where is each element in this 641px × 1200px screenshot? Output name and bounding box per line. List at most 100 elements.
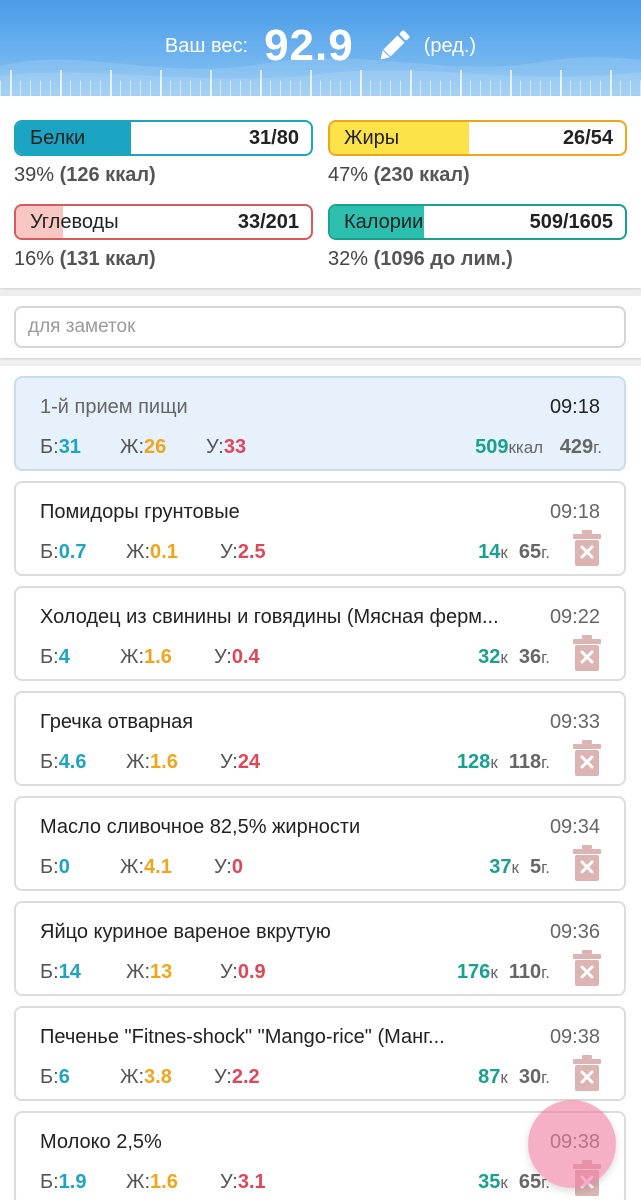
- calories-summary: 32% (1096 до лим.): [328, 248, 627, 271]
- protein-label: Б:: [40, 856, 59, 878]
- trash-icon[interactable]: [572, 845, 602, 881]
- food-kcal: 176: [456, 961, 491, 983]
- protein-macro[interactable]: Белки 31/80 39% (126 ккал): [14, 120, 313, 187]
- carbs-name: Углеводы: [30, 211, 119, 233]
- food-item-card[interactable]: Помидоры грунтовые 09:18 Б:0.7 Ж:0.1 У:2.5 14…: [14, 481, 626, 576]
- trash-icon[interactable]: [572, 740, 602, 776]
- fat-label: Ж:: [126, 1171, 151, 1193]
- notes-input[interactable]: [14, 306, 626, 348]
- kcal-unit: к: [490, 753, 498, 772]
- carbs-summary: 16% (131 ккал): [14, 248, 313, 271]
- kcal-unit: к: [500, 1173, 508, 1192]
- fat-progress-bar: Жиры 26/54: [328, 120, 627, 156]
- food-title: Масло сливочное 82,5% жирности: [40, 816, 361, 838]
- carbs-amount: 24: [237, 751, 261, 773]
- trash-icon[interactable]: [572, 1055, 602, 1091]
- food-time: 09:22: [549, 606, 600, 628]
- calories-macro[interactable]: Калории 509/1605 32% (1096 до лим.): [328, 204, 627, 271]
- carbs-label: У:: [214, 646, 232, 668]
- fat-name: Жиры: [344, 127, 400, 149]
- meal-kcal: 509: [475, 436, 509, 458]
- food-grams: 5: [530, 856, 542, 878]
- food-title: Яйцо куриное вареное вкрутую: [40, 921, 331, 943]
- food-nutrients: Б:1.9 Ж:1.6 У:3.1: [40, 1171, 266, 1194]
- protein-amount: 1.9: [58, 1171, 87, 1193]
- carbs-macro[interactable]: Углеводы 33/201 16% (131 ккал): [14, 204, 313, 271]
- protein-summary: 39% (126 ккал): [14, 164, 313, 187]
- food-totals: 87к 30г.: [478, 1066, 550, 1089]
- protein-kcal: (126 ккал): [59, 164, 156, 186]
- food-grams: 118: [508, 751, 542, 773]
- carbs-amount: 3.1: [237, 1171, 266, 1193]
- food-item-card[interactable]: Гречка отварная 09:33 Б:4.6 Ж:1.6 У:24 128к 1…: [14, 691, 626, 786]
- food-item-card[interactable]: Яйцо куриное вареное вкрутую 09:36 Б:14 Ж:1…: [14, 901, 626, 996]
- kcal-unit: к: [511, 858, 519, 877]
- calories-progress-bar: Калории 509/1605: [328, 204, 627, 240]
- calories-name: Калории: [344, 211, 424, 233]
- food-nutrients: Б:4.6 Ж:1.6 У:24: [40, 751, 260, 774]
- kcal-unit: ккал: [508, 438, 544, 457]
- calories-percent: 32%: [328, 248, 369, 270]
- food-nutrients: Б:14 Ж:13 У:0.9: [40, 961, 266, 984]
- carbs-label: У:: [214, 856, 232, 878]
- meal-time: 09:18: [549, 396, 600, 418]
- food-grams: 110: [508, 961, 542, 983]
- carbs-kcal: (131 ккал): [59, 248, 156, 270]
- food-kcal: 14: [478, 541, 501, 563]
- add-food-button[interactable]: [528, 1100, 616, 1188]
- protein-label: Б:: [40, 541, 59, 563]
- food-title: Молоко 2,5%: [40, 1131, 162, 1153]
- food-nutrients: Б:4 Ж:1.6 У:0.4: [40, 646, 260, 669]
- carbs-progress-bar: Углеводы 33/201: [14, 204, 313, 240]
- food-grams: 30: [518, 1066, 542, 1088]
- fat-amount: 13: [150, 961, 173, 983]
- food-item-card[interactable]: Печенье "Fitnes-shock" "Mango-rice" (Ман…: [14, 1006, 626, 1101]
- food-title: Холодец из свинины и говядины (Мясная фе…: [40, 606, 499, 628]
- food-totals: 14к 65г.: [478, 541, 550, 564]
- fat-macro[interactable]: Жиры 26/54 47% (230 ккал): [328, 120, 627, 187]
- protein-name: Белки: [30, 127, 86, 149]
- protein-amount: 4: [58, 646, 70, 668]
- food-kcal: 87: [478, 1066, 501, 1088]
- weight-row[interactable]: Ваш вес: 92.9 (ред.): [0, 18, 641, 74]
- fat-value: 26/54: [562, 127, 613, 149]
- protein-amount: 6: [58, 1066, 70, 1088]
- fat-label: Ж:: [120, 1066, 145, 1088]
- fat-percent: 47%: [328, 164, 369, 186]
- food-time: 09:38: [549, 1026, 600, 1048]
- protein-amount: 4.6: [58, 751, 87, 773]
- grams-unit: г.: [541, 963, 550, 982]
- kcal-unit: к: [500, 543, 508, 562]
- protein-label: Б:: [40, 751, 59, 773]
- macros-panel: Белки 31/80 39% (126 ккал) Жиры 26/54 47…: [0, 96, 641, 288]
- food-item-card[interactable]: Холодец из свинины и говядины (Мясная фе…: [14, 586, 626, 681]
- fat-summary: 47% (230 ккал): [328, 164, 627, 187]
- fat-amount: 1.6: [150, 751, 178, 773]
- carbs-label: У:: [206, 436, 224, 458]
- protein-value: 31/80: [248, 127, 299, 149]
- grams-unit: г.: [541, 858, 550, 877]
- protein-progress-bar: Белки 31/80: [14, 120, 313, 156]
- grams-unit: г.: [541, 648, 550, 667]
- protein-label: Б:: [40, 1066, 59, 1088]
- food-totals: 37к 5г.: [489, 856, 550, 879]
- food-totals: 128к 118г.: [457, 751, 550, 774]
- fat-label: Ж:: [120, 436, 145, 458]
- notes-section: [0, 296, 641, 358]
- fat-amount: 1.6: [144, 646, 172, 668]
- food-title: Печенье "Fitnes-shock" "Mango-rice" (Ман…: [40, 1026, 445, 1048]
- food-item-card[interactable]: Масло сливочное 82,5% жирности 09:34 Б:0 Ж:…: [14, 796, 626, 891]
- trash-icon[interactable]: [572, 530, 602, 566]
- food-totals: 35к 65г.: [478, 1171, 550, 1194]
- trash-icon[interactable]: [572, 950, 602, 986]
- meal-summary-card[interactable]: 1-й прием пищи 09:18 Б:31 Ж:26 У:33 509кка…: [14, 376, 626, 471]
- fat-label: Ж:: [120, 646, 145, 668]
- food-time: 09:18: [549, 501, 600, 523]
- trash-icon[interactable]: [572, 635, 602, 671]
- carbs-amount: 2.2: [231, 1066, 260, 1088]
- protein-label: Б:: [40, 646, 59, 668]
- pencil-icon[interactable]: [374, 26, 414, 66]
- calories-remaining: (1096 до лим.): [373, 248, 513, 270]
- edit-weight-link[interactable]: (ред.): [424, 35, 476, 58]
- weight-header: Ваш вес: 92.9 (ред.): [0, 0, 641, 96]
